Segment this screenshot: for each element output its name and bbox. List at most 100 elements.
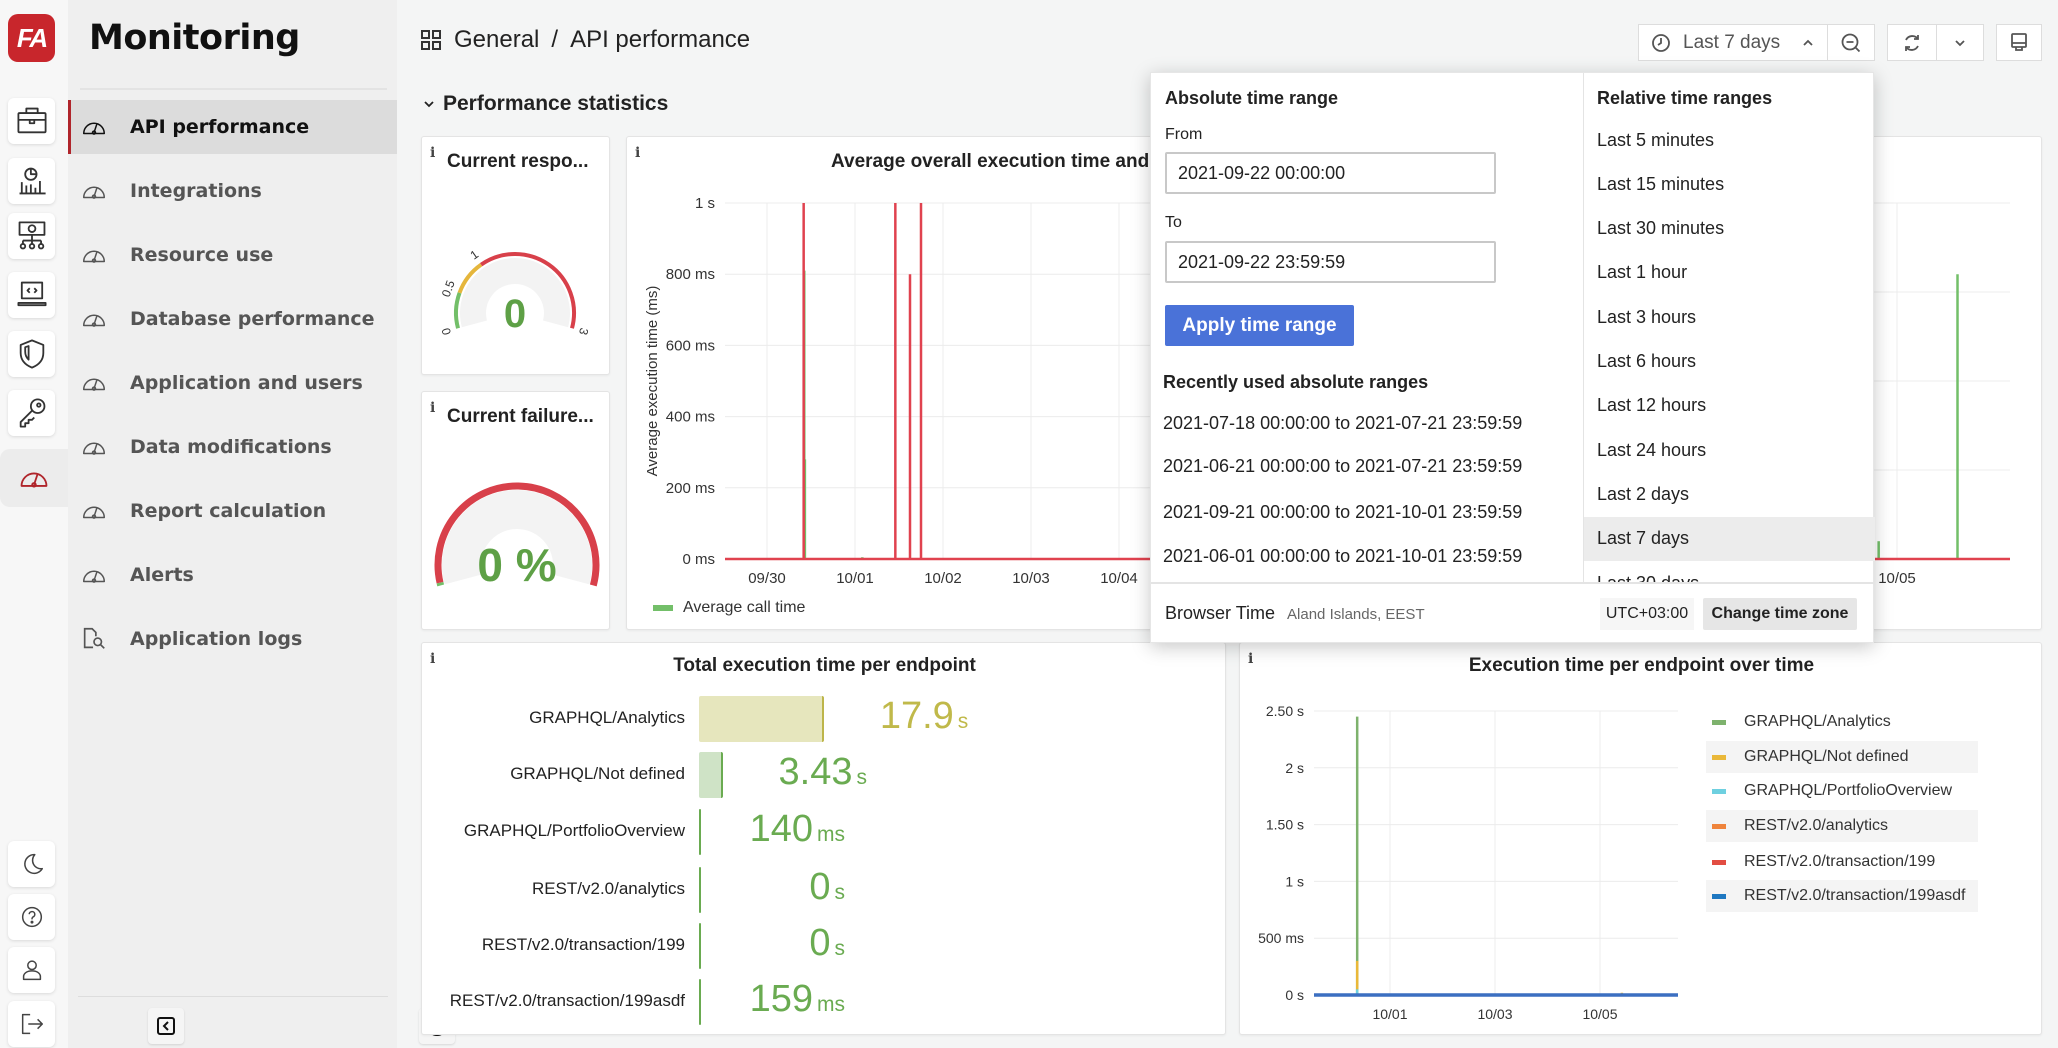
rail-button-report-chart[interactable] — [8, 158, 55, 204]
sidebar-item-label: Alerts — [130, 564, 194, 586]
icon-rail: FA — [0, 0, 68, 1048]
divider — [80, 88, 387, 90]
sidebar-item-integrations[interactable]: Integrations — [68, 164, 397, 218]
gauge-tick-label: 3 — [576, 326, 591, 336]
x-tick-label: 10/01 — [836, 570, 874, 587]
rail-button-key[interactable] — [8, 390, 55, 436]
divider — [78, 996, 388, 997]
value-number: 140 — [749, 808, 813, 850]
relative-range-item[interactable]: Last 6 hours — [1584, 340, 1875, 384]
time-picker-dropdown: Absolute time range From 2021-09-22 00:0… — [1150, 72, 1875, 643]
user-icon — [22, 960, 41, 981]
speedometer-icon — [82, 314, 106, 327]
key-icon — [19, 398, 45, 428]
sidebar-item-alerts[interactable]: Alerts — [68, 548, 397, 602]
browser-zone: Aland Islands, EEST — [1287, 606, 1425, 623]
rail-button-briefcase[interactable] — [8, 98, 55, 144]
kiosk-mode-button[interactable] — [1996, 24, 2042, 61]
bar-value: 17.9 s — [728, 695, 968, 738]
sidebar-item-application-logs[interactable]: Application logs — [68, 612, 397, 666]
clock-icon — [1652, 33, 1670, 52]
sidebar-item-database-performance[interactable]: Database performance — [68, 292, 397, 346]
legend-swatch — [1712, 719, 1726, 725]
browser-time: Browser Time Aland Islands, EEST — [1165, 603, 1425, 624]
rail-button-money-hierarchy[interactable] — [8, 213, 55, 259]
x-tick-label: 10/04 — [1100, 570, 1138, 587]
rail-button-logout[interactable] — [8, 1001, 55, 1047]
collapse-sidebar-button[interactable] — [148, 1008, 184, 1044]
bar-label: GRAPHQL/Analytics — [529, 708, 685, 727]
sidebar-item-api-performance[interactable]: API performance — [68, 100, 397, 154]
relative-range-item[interactable]: Last 7 days — [1584, 516, 1875, 561]
app-title: Monitoring — [89, 18, 300, 58]
relative-range-item[interactable]: Last 15 minutes — [1584, 162, 1875, 206]
row-header-performance-statistics[interactable]: Performance statistics — [423, 92, 668, 116]
panel-current-response: i Current respo... 0 0.5 1 3 0 — [421, 136, 610, 375]
relative-range-item[interactable]: Last 2 days — [1584, 472, 1875, 516]
rail-button-shield[interactable] — [8, 331, 55, 377]
panel-title[interactable]: Total execution time per endpoint — [422, 655, 1225, 677]
legend-item[interactable]: GRAPHQL/PortfolioOverview — [1706, 775, 1978, 807]
refresh-interval-dropdown[interactable] — [1936, 24, 1984, 61]
value-number: 3.43 — [778, 751, 853, 793]
breadcrumb-folder[interactable]: General — [454, 26, 539, 54]
zoom-out-button[interactable] — [1827, 24, 1875, 61]
speedometer-icon — [82, 442, 106, 455]
legend-item[interactable]: REST/v2.0/transaction/199asdf — [1706, 880, 1978, 912]
relative-ranges-list[interactable]: Last 5 minutes Last 15 minutes Last 30 min… — [1151, 118, 1875, 582]
legend-item[interactable]: GRAPHQL/Analytics — [1706, 706, 1978, 738]
relative-range-item[interactable]: Last 30 minutes — [1584, 207, 1875, 251]
relative-range-item[interactable]: Last 12 hours — [1584, 384, 1875, 428]
sidebar-item-data-modifications[interactable]: Data modifications — [68, 420, 397, 474]
x-tick-label: 10/03 — [1477, 1006, 1512, 1022]
y-tick-label: 800 ms — [666, 266, 715, 283]
sidebar-item-report-calculation[interactable]: Report calculation — [68, 484, 397, 538]
legend-label: GRAPHQL/PortfolioOverview — [1744, 782, 1953, 799]
legend-item[interactable]: REST/v2.0/transaction/199 — [1706, 846, 1978, 878]
monitor-icon — [2011, 32, 2027, 51]
relative-range-item[interactable]: Last 3 hours — [1584, 295, 1875, 339]
breadcrumb: General / API performance — [420, 26, 750, 54]
y-tick-label: 0 ms — [682, 551, 715, 568]
refresh-button[interactable] — [1887, 24, 1937, 61]
y-tick-label: 600 ms — [666, 337, 715, 354]
app-logo[interactable]: FA — [8, 14, 55, 62]
time-picker-button[interactable]: Last 7 days — [1638, 24, 1828, 61]
y-axis-label: Average execution time (ms) — [644, 286, 661, 477]
sidebar-item-application-and-users[interactable]: Application and users — [68, 356, 397, 410]
rail-button-speedometer[interactable] — [0, 449, 68, 507]
money-hierarchy-icon — [18, 221, 45, 250]
value-unit: ms — [817, 823, 845, 846]
sidebar-item-resource-use[interactable]: Resource use — [68, 228, 397, 282]
laptop-code-icon — [16, 281, 47, 307]
sidebar-item-label: Application logs — [130, 628, 303, 650]
bar-value: 0s — [605, 866, 845, 909]
relative-range-item[interactable]: Last 1 hour — [1584, 251, 1875, 295]
panel-current-failure: i Current failure... 0 % — [421, 391, 610, 630]
dashboards-grid-icon — [421, 30, 441, 50]
value-unit: s — [834, 937, 846, 960]
relative-range-item[interactable]: Last 30 days — [1584, 561, 1875, 583]
time-range-label: Last 7 days — [1683, 31, 1781, 53]
rail-button-help[interactable] — [8, 894, 55, 940]
gauge-threshold-arc — [436, 581, 445, 587]
value-number: 17.9 — [879, 695, 954, 737]
logout-icon — [21, 1013, 43, 1035]
rail-button-laptop-code[interactable] — [8, 272, 55, 318]
legend-item[interactable]: GRAPHQL/Not defined — [1706, 741, 1978, 773]
gauge-chart: 0 % — [434, 482, 600, 591]
relative-range-item[interactable]: Last 5 minutes — [1584, 118, 1875, 162]
legend-item[interactable]: Average call time — [653, 599, 805, 617]
legend-item[interactable]: REST/v2.0/analytics — [1706, 810, 1978, 842]
legend-label: REST/v2.0/analytics — [1744, 817, 1889, 834]
legend-label: GRAPHQL/Not defined — [1744, 748, 1909, 765]
change-time-zone-button[interactable]: Change time zone — [1703, 598, 1857, 630]
briefcase-icon — [16, 107, 47, 134]
relative-range-item[interactable]: Last 24 hours — [1584, 428, 1875, 472]
panel-total-execution-time: i Total execution time per endpoint GRAP… — [421, 642, 1226, 1035]
rail-button-user[interactable] — [8, 947, 55, 993]
y-tick-label: 200 ms — [666, 480, 715, 497]
file-search-icon — [83, 627, 105, 649]
x-tick-label: 10/05 — [1878, 570, 1916, 587]
rail-button-moon[interactable] — [8, 841, 55, 887]
